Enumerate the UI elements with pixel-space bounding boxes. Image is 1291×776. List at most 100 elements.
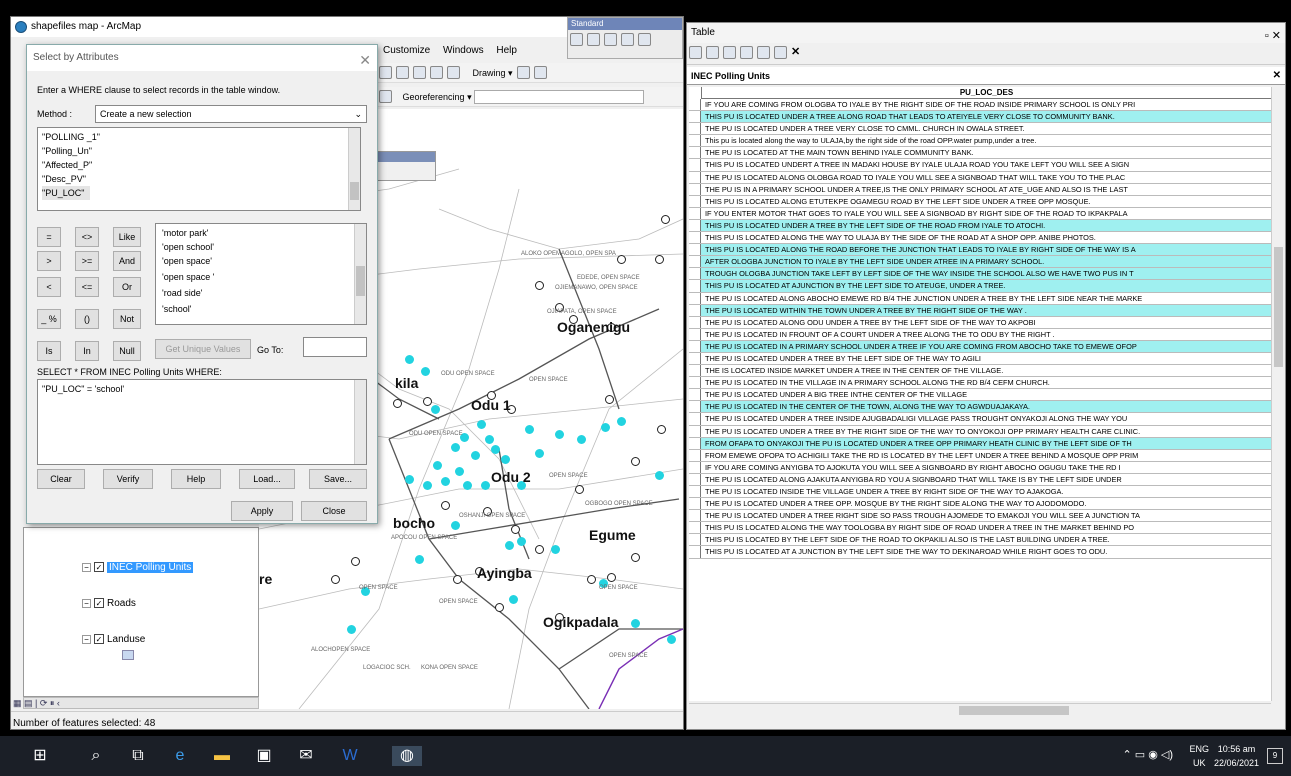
op-less-button[interactable]: < <box>37 277 61 297</box>
row-selector[interactable] <box>689 195 701 207</box>
save-button[interactable]: Save... <box>309 469 367 489</box>
table-row[interactable]: This pu is located along the way to ULAJ… <box>689 135 1271 148</box>
georeferencing-menu[interactable]: Georeferencing <box>403 92 465 102</box>
table-row[interactable]: THIS PU IS LOCATED ALONG THE WAY TO ULAJ… <box>689 232 1271 245</box>
toc-layer-roads[interactable]: − ✓ Roads <box>82 598 136 609</box>
select-elements-icon[interactable] <box>517 66 531 79</box>
clear-selection-icon[interactable] <box>757 46 770 59</box>
op-less-equal-button[interactable]: <= <box>75 277 99 297</box>
select-by-attributes-icon[interactable] <box>723 46 736 59</box>
value-item[interactable]: 'school' <box>162 302 191 316</box>
row-selector[interactable] <box>689 437 701 449</box>
op-in-button[interactable]: In <box>75 341 99 361</box>
table-row[interactable]: THIS PU IS LOCATED UNDERT A TREE IN MADA… <box>689 159 1271 172</box>
row-selector[interactable] <box>689 244 701 256</box>
table-row[interactable]: IF YOU ENTER MOTOR THAT GOES TO IYALE YO… <box>689 207 1271 220</box>
collapse-icon[interactable]: − <box>82 562 91 572</box>
collapse-icon[interactable]: − <box>82 598 91 608</box>
row-selector[interactable] <box>689 534 701 546</box>
delete-selected-icon[interactable]: ✕ <box>791 46 804 59</box>
word-icon[interactable]: W <box>340 746 360 766</box>
row-selector[interactable] <box>689 256 701 268</box>
where-clause-textarea[interactable]: "PU_LOC" = 'school' <box>37 379 367 465</box>
value-item[interactable]: 'road side' <box>162 286 202 300</box>
op-and-button[interactable]: And <box>113 251 141 271</box>
column-header[interactable]: PU_LOC_DES <box>701 87 1271 99</box>
clear-button[interactable]: Clear <box>37 469 85 489</box>
system-tray-icons[interactable]: ⌃ ▭ ◉ ◁) <box>1123 748 1174 761</box>
windows-start-icon[interactable]: ⊞ <box>30 746 50 766</box>
zoom-icon[interactable] <box>379 66 392 79</box>
op-parens-button[interactable]: () <box>75 309 99 329</box>
row-selector[interactable] <box>689 340 701 352</box>
table-row[interactable]: THE PU IS IN A PRIMARY SCHOOL UNDER A TR… <box>689 183 1271 196</box>
menu-customize[interactable]: Customize <box>383 45 430 56</box>
op-not-equal-button[interactable]: <> <box>75 227 99 247</box>
value-item[interactable]: 'open space' <box>162 254 212 268</box>
menu-help[interactable]: Help <box>496 45 517 56</box>
scroll-thumb[interactable] <box>356 266 365 296</box>
row-selector[interactable] <box>689 498 701 510</box>
row-selector[interactable] <box>689 401 701 413</box>
row-selector[interactable] <box>689 546 701 558</box>
toc-layer-label[interactable]: Landuse <box>107 634 145 645</box>
table-row[interactable]: THE PU IS LOCATED WITHIN THE TOWN UNDER … <box>689 304 1271 317</box>
save-icon[interactable] <box>604 33 617 46</box>
mail-icon[interactable]: ✉ <box>296 746 316 766</box>
row-selector[interactable] <box>689 316 701 328</box>
table-row[interactable]: THIS PU IS LOCATED ALONG THE WAY TOOLOGB… <box>689 522 1271 535</box>
close-button[interactable]: Close <box>301 501 367 521</box>
table-row[interactable]: IF YOU ARE COMING ANYIGBA TO AJOKUTA YOU… <box>689 461 1271 474</box>
scroll-thumb[interactable] <box>350 182 359 200</box>
row-selector[interactable] <box>689 292 701 304</box>
row-selector[interactable] <box>689 135 701 147</box>
toc-layer-landuse[interactable]: − ✓ Landuse <box>82 634 145 645</box>
rectangle-icon[interactable] <box>534 66 548 79</box>
values-list[interactable]: 'motor park' 'open school' 'open space' … <box>155 223 367 325</box>
field-item[interactable]: "Desc_PV" <box>42 172 86 186</box>
op-not-button[interactable]: Not <box>113 309 141 329</box>
table-row[interactable]: THE PU IS LOCATED INSIDE THE VILLAGE UND… <box>689 486 1271 499</box>
field-item[interactable]: "Affected_P" <box>42 158 92 172</box>
table-row[interactable]: THIS PU IS LOCATED ALONG ETUTEKPE OGAMEG… <box>689 195 1271 208</box>
row-selector[interactable] <box>689 486 701 498</box>
table-row[interactable]: THE PU IS LOCATED UNDER A TREE BY THE LE… <box>689 352 1271 366</box>
row-selector[interactable] <box>689 183 701 195</box>
view-tabs[interactable]: ▦ ▤ | ⟳ ⏸ ‹ <box>13 698 60 709</box>
row-selector[interactable] <box>689 522 701 534</box>
task-view-icon[interactable]: ⧉ <box>128 746 148 766</box>
edge-browser-icon[interactable]: e <box>170 746 190 766</box>
row-selector[interactable] <box>689 159 701 171</box>
row-selector[interactable] <box>689 389 701 401</box>
table-row[interactable]: THIS PU IS LOCATED BY THE LEFT SIDE OF T… <box>689 534 1271 547</box>
row-selector[interactable] <box>689 232 701 244</box>
grid-vertical-scrollbar[interactable] <box>1271 87 1285 701</box>
table-row[interactable]: THE PU IS LOCATED UNDER A TREE RIGHT SID… <box>689 510 1271 523</box>
op-or-button[interactable]: Or <box>113 277 141 297</box>
layer-checkbox[interactable]: ✓ <box>94 562 104 573</box>
row-selector[interactable] <box>689 377 701 389</box>
row-selector[interactable] <box>689 171 701 183</box>
row-selector[interactable] <box>689 461 701 473</box>
floating-toolbar-title[interactable] <box>377 152 435 162</box>
catalog-icon[interactable] <box>413 66 426 79</box>
table-row[interactable]: THIS PU IS LOCATED UNDER A TREE BY THE L… <box>689 219 1271 233</box>
field-item[interactable]: "POLLING _1" <box>42 130 100 144</box>
load-button[interactable]: Load... <box>239 469 295 489</box>
row-selector[interactable] <box>689 123 701 135</box>
table-row[interactable]: TROUGH OLOGBA JUNCTION TAKE LEFT BY LEFT… <box>689 268 1271 281</box>
table-row[interactable]: THE PU IS LOCATED ALONG ABOCHO EMEWE RD … <box>689 292 1271 305</box>
row-selector[interactable] <box>689 328 701 340</box>
switch-selection-icon[interactable] <box>740 46 753 59</box>
fields-scrollbar[interactable] <box>348 128 360 210</box>
table-row[interactable]: THE PU IS LOCATED ALONG OLOBGA ROAD TO I… <box>689 171 1271 184</box>
op-like-button[interactable]: Like <box>113 227 141 247</box>
table-row[interactable]: THE PU IS LOCATED UNDER A TREE BY THE RI… <box>689 425 1271 438</box>
op-greater-equal-button[interactable]: >= <box>75 251 99 271</box>
scroll-thumb[interactable] <box>1274 247 1283 367</box>
table-row[interactable]: THE PU IS LOCATED IN A PRIMARY SCHOOL UN… <box>689 340 1271 353</box>
table-row[interactable]: THE PU IS LOCATED ALONG ODU UNDER A TREE… <box>689 316 1271 329</box>
table-tab[interactable]: INEC Polling Units ✕ <box>687 67 1285 85</box>
method-select[interactable]: Create a new selection ⌄ <box>95 105 367 123</box>
expression-scrollbar[interactable] <box>354 380 366 464</box>
